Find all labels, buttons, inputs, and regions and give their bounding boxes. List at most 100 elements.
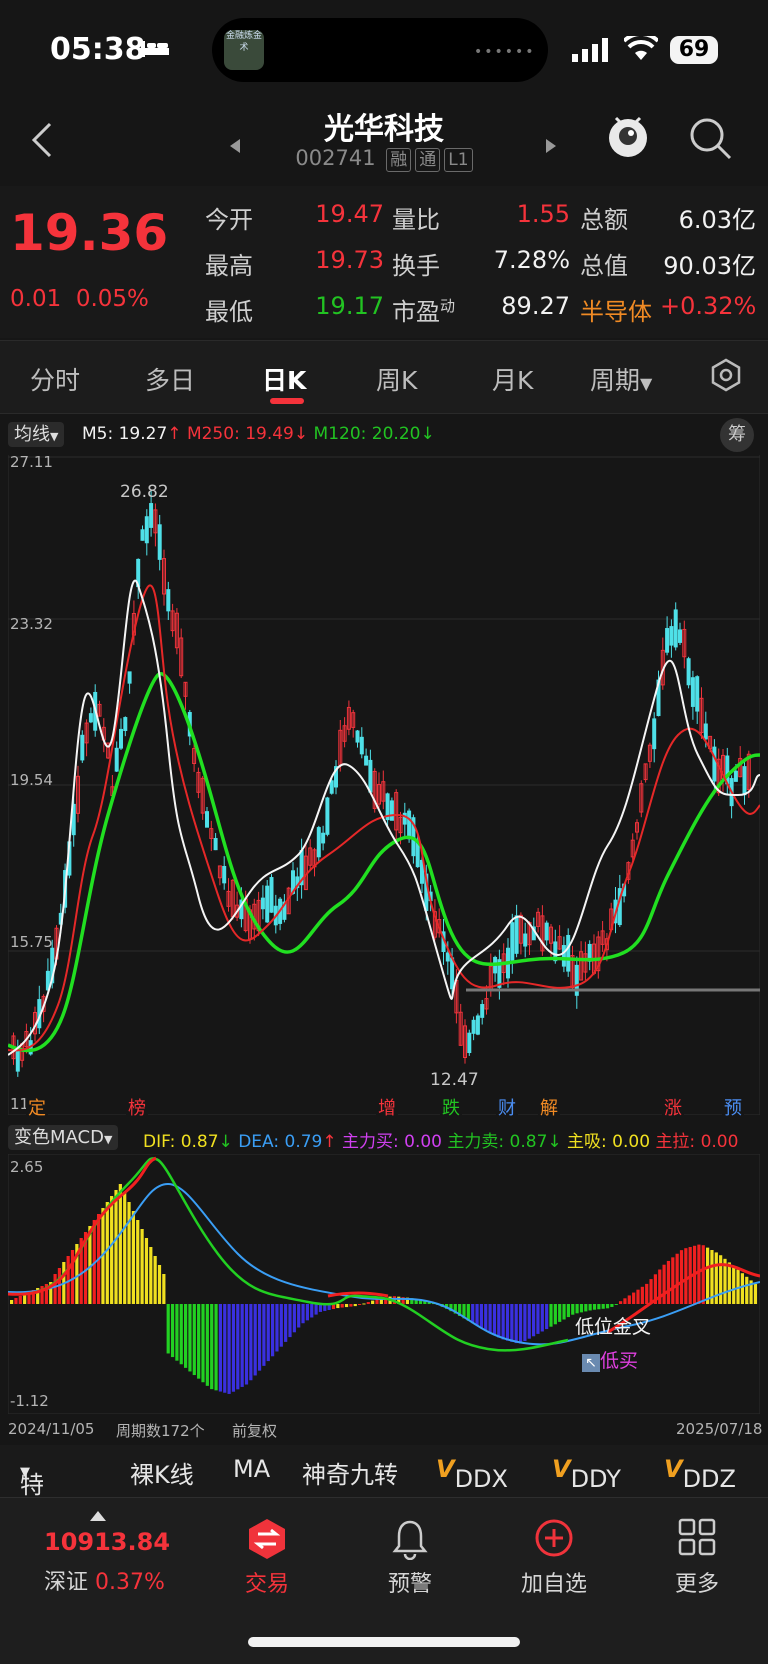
index-value[interactable]: 10913.84 (44, 1528, 170, 1556)
main-sell-value: 主力卖: 0.87 (447, 1132, 548, 1152)
macd-bar (488, 1304, 492, 1333)
macd-bar (262, 1304, 266, 1366)
nav-more[interactable]: 更多 (637, 1566, 757, 1598)
status-time: 05:38 (50, 32, 146, 67)
macd-bar (562, 1304, 566, 1320)
feature-ddx[interactable]: V DDX (436, 1455, 508, 1493)
bed-icon (140, 38, 170, 64)
feature-ma[interactable]: MA (233, 1455, 270, 1483)
macd-bar (244, 1304, 249, 1385)
active-tab-indicator (270, 398, 304, 404)
macd-bar (514, 1304, 518, 1344)
macd-bar (479, 1304, 483, 1328)
arrow-icon: ↖ (582, 1354, 600, 1372)
feature-magic-nine[interactable]: 神奇九转 (302, 1455, 398, 1490)
kline-chart[interactable]: 27.11 23.32 19.54 15.75 11 26.82 12.47 (8, 455, 760, 1115)
feature-ddx-label: DDX (454, 1465, 508, 1493)
macd-bar (549, 1304, 553, 1327)
main-pull-value: 主拉: 0.00 (655, 1132, 739, 1152)
signal-icon (572, 38, 608, 66)
macd-chart[interactable]: 2.65 -1.12 (8, 1154, 760, 1414)
candle-body (544, 922, 549, 941)
adjust-mode[interactable]: 前复权 (232, 1420, 277, 1441)
event-marker-drop[interactable]: 跌 (440, 1094, 462, 1120)
label-turnover-amount: 总额 (580, 206, 628, 234)
tab-monthly-k[interactable]: 月K (492, 361, 533, 397)
bell-icon[interactable] (391, 1518, 429, 1564)
macd-selector[interactable]: 变色MACD▼ (8, 1123, 119, 1150)
label-high: 最高 (205, 252, 253, 280)
sector-change[interactable]: +0.32% (660, 292, 756, 320)
add-watchlist-icon[interactable] (534, 1518, 574, 1562)
candle-body (321, 832, 326, 844)
macd-bar (310, 1304, 314, 1318)
event-marker-finance[interactable]: 财 (496, 1094, 518, 1120)
signal-low-buy[interactable]: ↖ 低买 (582, 1346, 638, 1373)
candle-body (561, 945, 566, 967)
macd-bar (671, 1257, 675, 1304)
macd-bar (314, 1304, 318, 1315)
macd-bar (518, 1304, 523, 1344)
chip-distribution-button[interactable]: 筹 (720, 418, 754, 452)
ma-selector[interactable]: 均线▼ (8, 420, 65, 447)
macd-bar (18, 1296, 22, 1304)
macd-bar (619, 1301, 623, 1304)
tab-weekly-k[interactable]: 周K (376, 361, 417, 397)
nav-alert[interactable]: 预警 (350, 1566, 470, 1598)
macd-bar (605, 1304, 610, 1309)
value-open: 19.47 (315, 200, 384, 228)
macd-bar (249, 1304, 253, 1381)
candle-body (88, 713, 93, 723)
settings-icon[interactable] (708, 357, 744, 399)
macd-bar (175, 1304, 179, 1361)
macd-bar (697, 1244, 701, 1304)
feature-ddy[interactable]: V DDY (552, 1455, 621, 1493)
event-marker-add[interactable]: 增 (376, 1094, 398, 1120)
event-marker-forecast[interactable]: 预 (722, 1094, 744, 1120)
mascot-icon[interactable] (606, 112, 650, 164)
tab-multiday[interactable]: 多日 (145, 361, 195, 397)
grid-icon[interactable] (678, 1518, 716, 1560)
signal-low-buy-label: 低买 (600, 1350, 639, 1372)
macd-bar (279, 1304, 283, 1347)
macd-bar (271, 1304, 275, 1357)
feature-ddz[interactable]: V DDZ (664, 1455, 736, 1493)
sector-name[interactable]: 半导体 (580, 292, 652, 327)
tab-period-label: 周期 (590, 366, 641, 395)
tab-daily-k[interactable]: 日K (262, 361, 306, 397)
next-stock-button[interactable] (546, 138, 556, 157)
event-marker-list[interactable]: 榜 (126, 1094, 148, 1120)
event-marker-fixed[interactable]: 定 (26, 1094, 48, 1120)
nav-add-watchlist[interactable]: 加自选 (494, 1566, 614, 1598)
macd-bar (131, 1211, 135, 1304)
candle-body (149, 503, 154, 528)
macd-bar (105, 1202, 109, 1304)
trade-icon[interactable] (248, 1518, 286, 1564)
candle-body (123, 717, 128, 731)
chevron-down-icon: ▼ (103, 1133, 113, 1146)
dif-value: DIF: 0.87 (143, 1132, 219, 1152)
macd-bar (505, 1304, 510, 1341)
index-info[interactable]: 深证 0.37% (44, 1564, 165, 1596)
feature-naked-k[interactable]: 裸K线 (130, 1455, 194, 1490)
signal-gold-cross: 低位金叉 (575, 1316, 652, 1338)
macd-bar (166, 1304, 170, 1354)
tab-period[interactable]: 周期▼ (590, 361, 652, 397)
tab-intraday[interactable]: 分时 (30, 361, 80, 397)
macd-bar (336, 1304, 340, 1309)
macd-bar (679, 1250, 684, 1304)
change-pct: 0.05% (75, 286, 149, 312)
macd-bar (188, 1304, 192, 1372)
event-marker-rise[interactable]: 涨 (662, 1094, 684, 1120)
macd-bar (623, 1298, 627, 1304)
expand-arrow-icon[interactable] (90, 1506, 106, 1525)
macd-bar (218, 1304, 222, 1392)
nav-trade[interactable]: 交易 (207, 1566, 327, 1598)
event-marker-unlock[interactable]: 解 (538, 1094, 560, 1120)
candle-body (665, 628, 670, 653)
dea-value: DEA: 0.79 (238, 1132, 323, 1152)
macd-bar (666, 1260, 671, 1304)
dif-line (8, 1157, 569, 1352)
search-icon[interactable] (688, 116, 732, 164)
indicator-toolbar: 特色 ▼ 裸K线 MA 神奇九转 V DDX V DDY V DDZ (0, 1445, 768, 1534)
